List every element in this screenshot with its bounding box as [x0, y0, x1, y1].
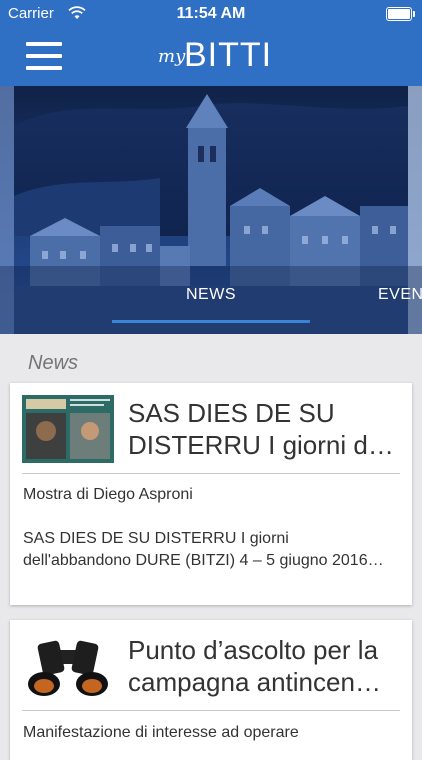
- active-tab-indicator: [112, 320, 310, 323]
- app-header: Carrier 11:54 AM my BITTI: [0, 0, 422, 86]
- battery-icon: [386, 7, 415, 21]
- news-card[interactable]: Punto d’ascolto per la campagna antincen…: [10, 620, 412, 760]
- tab-news[interactable]: NEWS: [186, 286, 236, 304]
- menu-bar-icon: [26, 66, 62, 70]
- logo-my: my: [158, 46, 186, 67]
- status-bar: Carrier 11:54 AM: [0, 0, 422, 28]
- news-title-line: Punto d’ascolto per la: [128, 635, 379, 665]
- clock: 11:54 AM: [176, 5, 246, 22]
- card-divider: [22, 473, 400, 474]
- menu-bar-icon: [26, 42, 62, 46]
- logo-name: BITTI: [184, 36, 273, 74]
- tab-events[interactable]: EVEN: [378, 286, 422, 304]
- hero-tab-bar: NEWS EVEN: [0, 286, 422, 306]
- menu-bar-icon: [26, 54, 62, 58]
- news-title: SAS DIES DE SU DISTERRU I giorni d…: [128, 397, 400, 461]
- news-title-line: SAS DIES DE SU: [128, 398, 335, 428]
- news-excerpt: SAS DIES DE SU DISTERRU I giorni dell'ab…: [23, 530, 384, 569]
- hamburger-menu-button[interactable]: [26, 42, 62, 70]
- card-divider: [22, 710, 400, 711]
- news-subtitle: Mostra di Diego Asproni: [23, 486, 193, 503]
- news-title-line: DISTERRU I giorni d…: [128, 430, 394, 460]
- section-title: News: [28, 352, 79, 374]
- binoculars-thumbnail: [22, 632, 114, 700]
- news-subtitle: Manifestazione di interesse ad operare: [23, 724, 299, 741]
- news-card[interactable]: SAS DIES DE SU DISTERRU I giorni d… Most…: [10, 383, 412, 605]
- news-title: Punto d’ascolto per la campagna antincen…: [128, 634, 400, 698]
- news-thumbnail: [22, 395, 114, 463]
- news-title-line: campagna antincen…: [128, 667, 381, 697]
